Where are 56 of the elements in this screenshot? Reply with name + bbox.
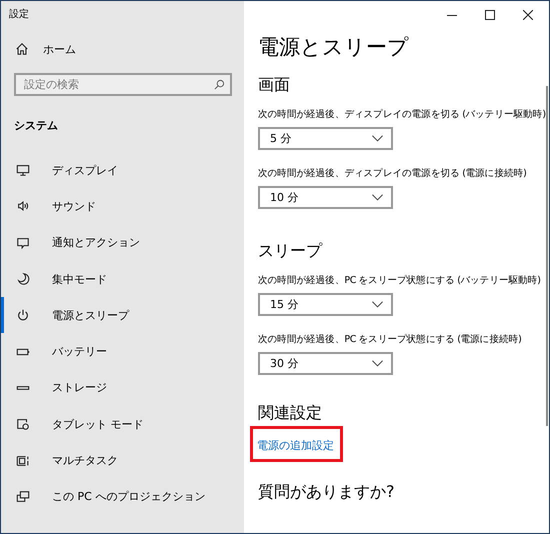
sidebar-item[interactable]: マルチタスク [1,442,244,479]
item-label: タブレット モード [52,416,144,432]
chevron-icon [372,194,383,201]
item-label: 通知とアクション [52,235,140,250]
moon-icon [16,272,30,286]
chevron-icon [372,135,383,142]
chevron-icon [372,301,383,308]
sidebar-item[interactable]: ストレージ [1,370,244,406]
sidebar-item[interactable]: 集中モード [1,260,244,298]
setting-label: 次の時間が経過後、ディスプレイの電源を切る (バッテリー駆動時) [258,108,543,121]
section-heading: 画面 [258,75,291,96]
sidebar-item[interactable]: この PC へのプロジェクション [1,478,244,515]
item-label: 集中モード [52,272,107,287]
message-icon [16,236,30,250]
dropdown[interactable]: 30 分 [258,352,393,375]
section-heading: システム [13,118,59,134]
sidebar-item[interactable]: サウンド [1,188,244,225]
power-icon [16,308,30,322]
projection-icon [16,490,30,504]
setting-label: 次の時間が経過後、ディスプレイの電源を切る (電源に接続時) [258,167,528,180]
tablet-icon [16,417,30,432]
search-icon [214,79,225,90]
section-heading: 質問がありますか? [258,482,396,503]
dropdown[interactable]: 10 分 [258,186,393,209]
dropdown[interactable]: 5 分 [258,127,393,150]
sidebar-item[interactable]: ディスプレイ [1,152,244,188]
section-heading: 関連設定 [258,403,323,424]
setting-label: 次の時間が経過後、PC をスリープ状態にする (バッテリー駆動時) [258,274,542,287]
item-label: マルチタスク [52,453,118,468]
item-label: バッテリー [52,344,107,360]
power-settings-link[interactable]: 電源の追加設定 [257,439,334,452]
item-label: この PC へのプロジェクション [52,489,206,504]
item-label: ストレージ [52,380,107,396]
sidebar-item[interactable]: タブレット モード [1,406,244,442]
monitor-icon [16,163,30,178]
item-label: ディスプレイ [52,162,118,178]
dropdown[interactable]: 15 分 [258,293,393,316]
window-title: 設定 [8,8,30,22]
speaker-icon [16,199,30,214]
home-label: ホーム [43,42,76,56]
minimize-button[interactable] [447,14,457,16]
scrollbar[interactable] [546,86,548,426]
section-heading: スリープ [258,241,324,262]
page-title: 電源とスリープ [258,34,410,61]
chevron-icon [372,360,383,367]
item-label: サウンド [52,198,96,214]
setting-label: 次の時間が経過後、PC をスリープ状態にする (電源に接続時) [258,333,522,346]
close-button[interactable] [523,10,533,20]
maximize-button[interactable] [485,10,495,20]
search-field[interactable]: 設定の検索 [14,73,232,96]
home-item[interactable]: ホーム [1,31,244,67]
multitask-icon [16,454,30,468]
sidebar-item[interactable]: 通知とアクション [1,224,244,261]
home-icon [15,42,29,56]
sidebar-item[interactable]: バッテリー [1,333,244,370]
item-label: 電源とスリープ [52,308,129,323]
